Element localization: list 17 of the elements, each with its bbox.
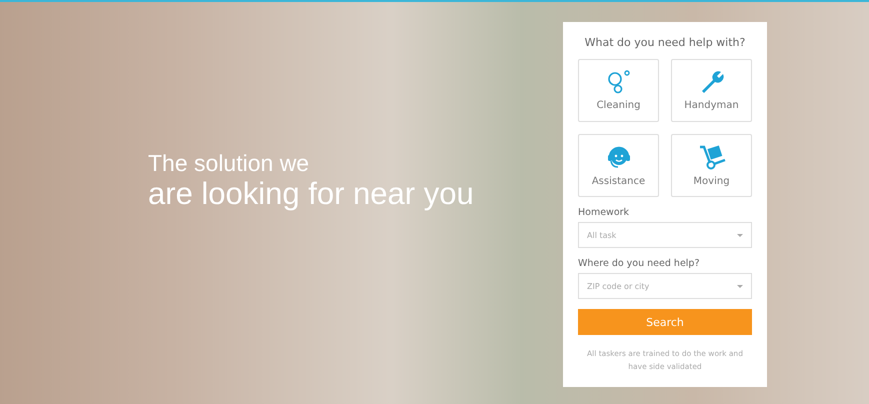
select-field[interactable]: All task: [578, 222, 752, 248]
hand-truck-icon: [698, 144, 726, 170]
bubbles-icon: [606, 70, 630, 94]
card-title: What do you need help with?: [584, 36, 746, 49]
caret-icon: [737, 285, 743, 288]
caret-icon: [737, 234, 743, 237]
headset-icon: [606, 144, 632, 170]
service-button[interactable]: Cleaning: [578, 59, 659, 122]
service-button[interactable]: Assistance: [578, 134, 659, 197]
headline-text: The solution we: [148, 150, 310, 176]
select-field[interactable]: ZIP code or city: [578, 273, 752, 299]
headline-text: are looking for near you: [148, 176, 475, 212]
field-label: Where do you need help?: [578, 258, 700, 269]
service-button[interactable]: Handyman: [671, 59, 752, 122]
field-label: Homework: [578, 207, 630, 218]
service-button[interactable]: Moving: [671, 134, 752, 197]
search-button[interactable]: Search: [578, 309, 752, 335]
